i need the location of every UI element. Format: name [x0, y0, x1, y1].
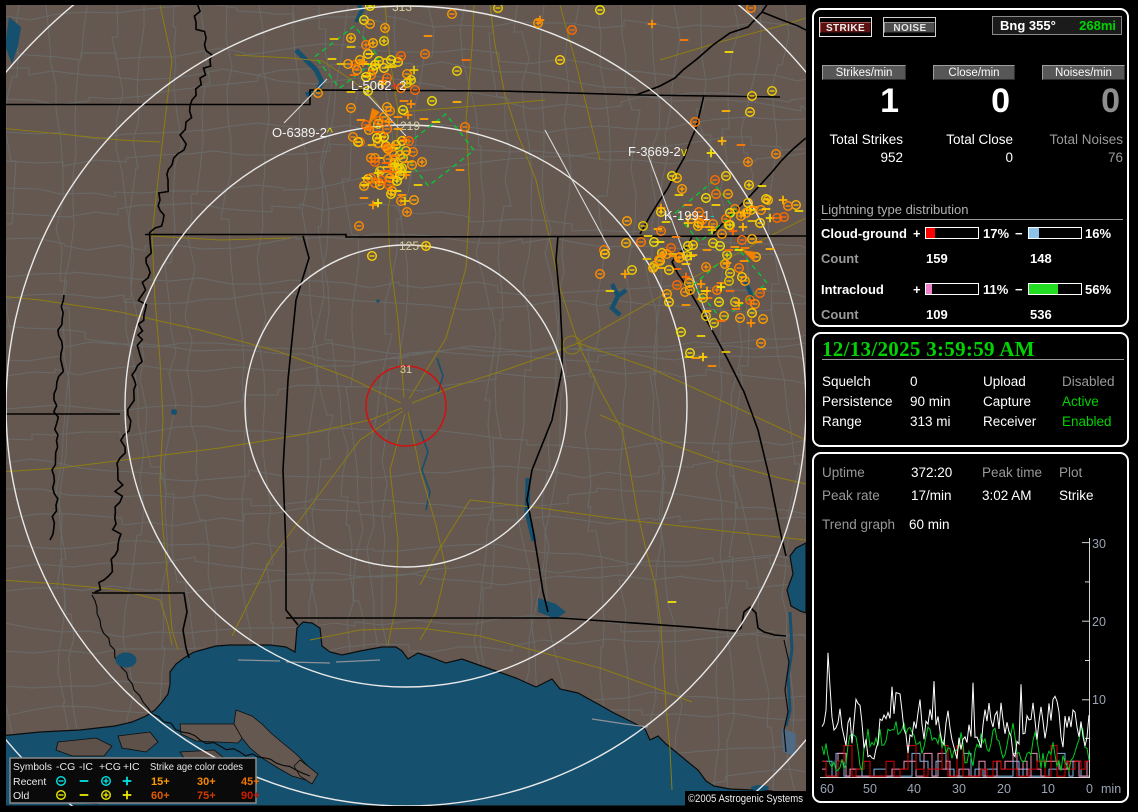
svg-text:10: 10 [1092, 693, 1106, 707]
svg-text:60: 60 [820, 782, 834, 796]
svg-text:20: 20 [997, 782, 1011, 796]
svg-text:20: 20 [1092, 615, 1106, 629]
svg-text:40: 40 [907, 782, 921, 796]
svg-text:0: 0 [1086, 782, 1093, 796]
svg-text:30: 30 [952, 782, 966, 796]
svg-text:10: 10 [1041, 782, 1055, 796]
svg-text:30: 30 [1092, 537, 1106, 551]
svg-text:min: min [1101, 782, 1121, 796]
svg-text:50: 50 [863, 782, 877, 796]
